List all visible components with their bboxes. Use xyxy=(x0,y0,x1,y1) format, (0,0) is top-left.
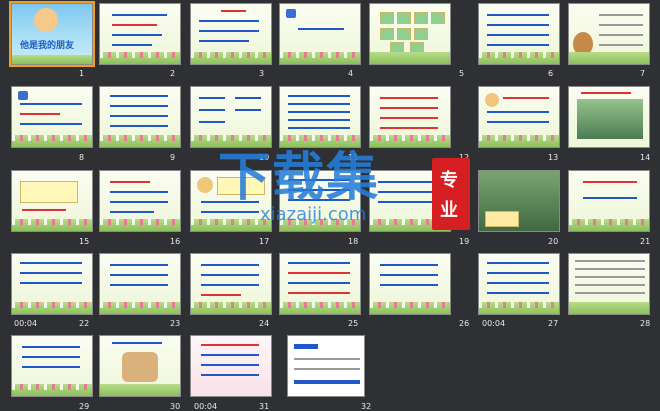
slide-number: 3 xyxy=(259,69,265,78)
slide-thumbnail[interactable] xyxy=(190,253,272,315)
slide-thumbnail[interactable] xyxy=(99,86,181,148)
slide-number: 20 xyxy=(548,237,559,246)
slide-thumbnail[interactable] xyxy=(190,86,272,148)
slide-number: 18 xyxy=(348,237,359,246)
slide-number: 5 xyxy=(459,69,465,78)
slide-timing: 00:04 xyxy=(194,402,218,411)
slide-timing: 00:04 xyxy=(14,319,38,328)
slide-number: 9 xyxy=(170,153,176,162)
slide-number: 13 xyxy=(548,153,559,162)
slide-number: 24 xyxy=(259,319,270,328)
grass-strip xyxy=(12,55,92,64)
slide-number: 27 xyxy=(548,319,559,328)
slide-number: 21 xyxy=(640,237,651,246)
slide-number: 2 xyxy=(170,69,176,78)
slide-number: 23 xyxy=(170,319,181,328)
slide-thumbnail[interactable] xyxy=(11,170,93,232)
slide-number: 6 xyxy=(548,69,554,78)
slide-thumbnail[interactable] xyxy=(478,253,560,315)
slide-thumbnail[interactable] xyxy=(279,86,361,148)
slide-thumbnail[interactable] xyxy=(369,253,451,315)
slide-number: 26 xyxy=(459,319,470,328)
slide-number: 11 xyxy=(348,153,359,162)
slide-thumbnail[interactable] xyxy=(568,253,650,315)
slide-thumbnail[interactable] xyxy=(279,3,361,65)
slide-number: 10 xyxy=(259,153,270,162)
slide-thumbnail[interactable] xyxy=(279,253,361,315)
slide-thumbnail[interactable] xyxy=(369,3,451,65)
slide-number: 29 xyxy=(79,402,90,411)
children-illustration xyxy=(34,8,58,32)
slide-number: 28 xyxy=(640,319,651,328)
slide-number: 22 xyxy=(79,319,90,328)
slide-thumbnail[interactable] xyxy=(99,335,181,397)
slide-timing: 00:04 xyxy=(482,319,506,328)
slide-number: 25 xyxy=(348,319,359,328)
slide-thumbnail[interactable] xyxy=(99,3,181,65)
slide-thumbnail[interactable] xyxy=(478,86,560,148)
slide-thumbnail[interactable] xyxy=(99,253,181,315)
slide-sorter-grid: 他是我的朋友 1 2 3 4 5 6 7 8 9 10 11 12 13 14 … xyxy=(0,0,660,411)
slide-thumbnail[interactable] xyxy=(369,86,451,148)
slide-number: 1 xyxy=(79,69,85,78)
slide-thumbnail[interactable] xyxy=(369,170,451,232)
slide-number: 19 xyxy=(459,237,470,246)
slide-number: 15 xyxy=(79,237,90,246)
slide-thumbnail[interactable] xyxy=(478,3,560,65)
slide-number: 14 xyxy=(640,153,651,162)
slide-number: 8 xyxy=(79,153,85,162)
slide-thumbnail[interactable] xyxy=(11,253,93,315)
slide-thumbnail[interactable] xyxy=(279,170,361,232)
slide-number: 17 xyxy=(259,237,270,246)
slide-thumbnail[interactable]: 他是我的朋友 xyxy=(9,1,95,67)
slide-thumbnail[interactable] xyxy=(287,335,365,397)
slide-thumbnail[interactable] xyxy=(11,86,93,148)
slide-thumbnail[interactable] xyxy=(11,335,93,397)
slide-title: 他是我的朋友 xyxy=(20,41,75,51)
slide-number: 12 xyxy=(459,153,470,162)
slide-number: 31 xyxy=(259,402,270,411)
slide-number: 4 xyxy=(348,69,354,78)
slide-thumbnail[interactable] xyxy=(568,170,650,232)
slide-number: 7 xyxy=(640,69,646,78)
slide-thumbnail[interactable] xyxy=(190,3,272,65)
slide-thumbnail[interactable] xyxy=(99,170,181,232)
slide-thumbnail[interactable] xyxy=(568,3,650,65)
slide-thumbnail[interactable] xyxy=(190,335,272,397)
slide-number: 32 xyxy=(361,402,372,411)
slide-thumbnail[interactable] xyxy=(478,170,560,232)
slide-thumbnail[interactable] xyxy=(568,86,650,148)
slide-number: 30 xyxy=(170,402,181,411)
slide-number: 16 xyxy=(170,237,181,246)
slide-thumbnail[interactable] xyxy=(190,170,272,232)
